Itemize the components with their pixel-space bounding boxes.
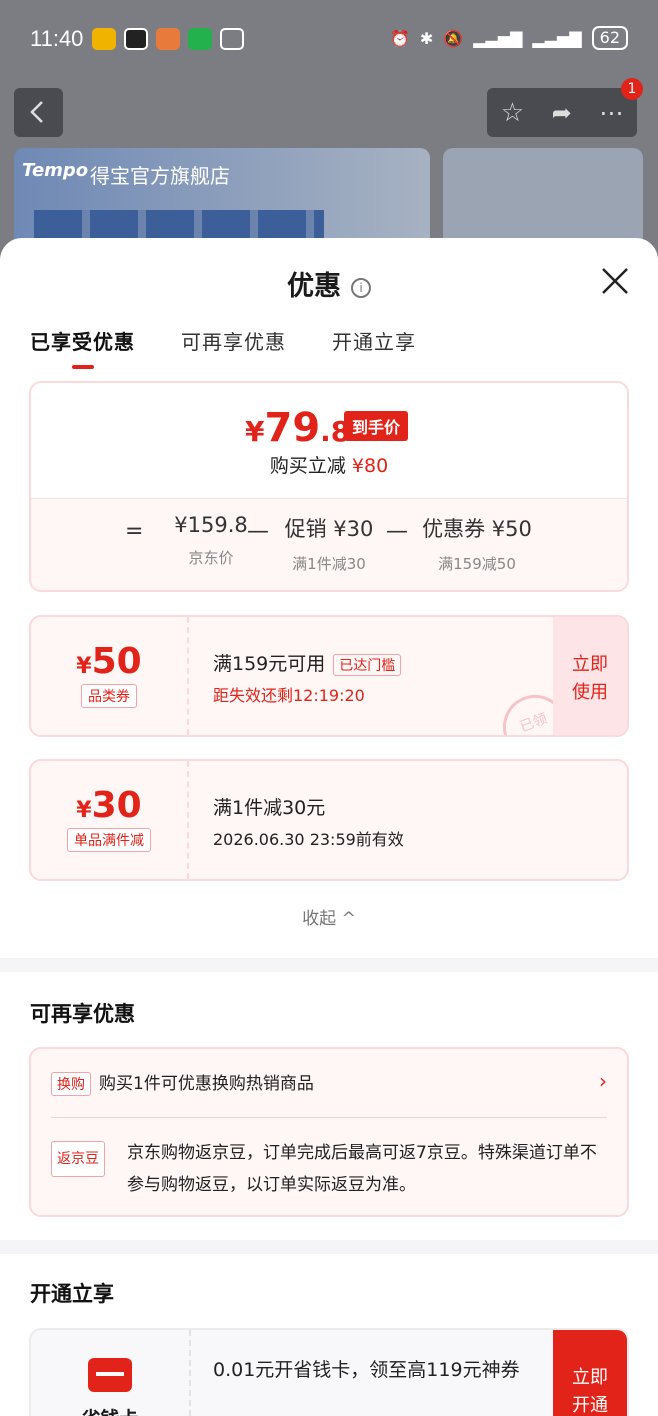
system-status: ⏰ ✱ 🔕 ▂▃▅▇ ▂▃▅▇ 62 [390,26,628,50]
sheet-title: 优惠 i [0,264,658,303]
currency: ¥ [245,415,265,448]
wechat-icon [188,28,212,50]
use-now-button[interactable]: 立即 使用 [553,617,627,735]
status-time: 11:40 [30,26,84,51]
coupon-label: 满159减50 [438,555,516,573]
alarm-icon: ⏰ [389,28,410,48]
more-section-title: 可再享优惠 [30,1002,135,1026]
status-bar: 11:40 ⏰ ✱ 🔕 ▂▃▅▇ ▂▃▅▇ 62 [0,0,658,80]
collapse-button[interactable]: 收起 ^ [0,904,658,929]
reduce-amount: ¥80 [351,455,389,477]
promo-label: 满1件减30 [292,555,366,573]
nfc-icon [220,28,244,50]
back-button[interactable] [14,88,63,137]
discount-amount-number: 30 [91,785,142,826]
saving-card-offer: 省钱卡 0.01元开省钱卡，领至高119元神券 立即开通 [29,1328,629,1416]
final-price-tag: 到手价 [344,411,409,441]
brand-logo: Tempo [22,160,89,181]
price-summary: ¥79.8 到手价 购买立减 ¥80 = ¥159.8 京东价 — 促销 ¥30… [29,381,629,592]
tab-enjoyed[interactable]: 已享受优惠 [30,326,135,369]
currency: ¥ [76,798,92,823]
battery-icon: 62 [591,26,628,50]
info-icon[interactable]: i [351,277,371,298]
coupon-amount-number: 50 [91,641,142,682]
signal-icon: ▂▃▅▇ [473,28,523,48]
row-divider [51,1117,607,1118]
weibo-icon [92,28,116,50]
chevron-left-icon [30,101,43,123]
price-breakdown: = ¥159.8 京东价 — 促销 ¥30 满1件减30 — 优惠券 ¥50 满… [31,498,627,590]
star-icon[interactable]: ☆ [501,98,524,128]
equals-sign: = [125,519,144,544]
jd-price-value: ¥159.8 [174,513,248,537]
minus-sign: — [386,519,408,544]
section-divider [0,1240,658,1254]
tab-open[interactable]: 开通立享 [332,326,416,355]
bluetooth-icon: ✱ [419,28,434,48]
open-section-title: 开通立享 [30,1282,114,1306]
jd-price-label: 京东价 [188,549,234,567]
jd-price: ¥159.8 京东价 [161,513,261,568]
discount-validity: 2026.06.30 23:59前有效 [213,830,404,849]
mute-icon: 🔕 [443,28,464,48]
tab-more[interactable]: 可再享优惠 [181,326,286,355]
category-coupon: ¥50 品类券 满159元可用 已达门槛 距失效还剩12:19:20 已领 立即使… [29,615,629,737]
jingdou-row: 返京豆 京东购物返京豆，订单完成后最高可返7京豆。特殊渠道订单不参与购物返豆，以… [51,1137,607,1201]
signal2-icon: ▂▃▅▇ [532,28,582,48]
reduce-label: 购买立减 [269,455,346,477]
jingdou-tag: 返京豆 [51,1141,105,1177]
share-icon[interactable]: ➦ [552,99,572,127]
coupon-type-tag: 品类券 [81,684,137,708]
card-offer-text: 0.01元开省钱卡，领至高119元神券 [213,1359,520,1381]
exchange-row[interactable]: 换购 购买1件可优惠换购热销商品 › [51,1069,607,1096]
notification-icons [92,28,244,50]
final-price-int: 79 [264,405,321,451]
currency: ¥ [76,654,92,679]
message-badge: 1 [621,78,643,100]
coupon-amount: 优惠券 ¥50 满159减50 [417,513,537,574]
store-name: 得宝官方旗舰店 [90,164,230,188]
top-tools: ☆ ➦ ⋯ 1 [487,78,643,137]
qq-icon [124,28,148,50]
jingdou-text: 京东购物返京豆，订单完成后最高可返7京豆。特殊渠道订单不参与购物返豆，以订单实际… [127,1143,597,1195]
exchange-tag: 换购 [51,1072,91,1096]
tab-bar: 已享受优惠 可再享优惠 开通立享 [30,326,416,369]
discount-sheet: 优惠 i 已享受优惠 可再享优惠 开通立享 ¥79.8 到手价 购买立减 ¥80 … [0,238,658,1416]
final-price: ¥79.8 [245,405,350,451]
item-discount: ¥30 单品满件减 满1件减30元 2026.06.30 23:59前有效 [29,759,629,881]
open-now-button[interactable]: 立即 开通 [553,1330,627,1416]
promo-value: 促销 ¥30 [284,517,374,541]
threshold-tag: 已达门槛 [333,653,402,676]
chevron-right-icon: › [599,1069,607,1093]
close-icon[interactable] [600,266,630,296]
section-divider [0,958,658,972]
discount-title: 满1件减30元 [213,797,326,819]
card-name: 省钱卡 [31,1404,189,1416]
card-icon [88,1358,132,1392]
promo-amount: 促销 ¥30 满1件减30 [279,513,379,574]
coupon-value: 优惠券 ¥50 [422,517,532,541]
coupon-countdown: 距失效还剩12:19:20 [213,686,365,705]
minus-sign: — [247,519,269,544]
more-icon[interactable]: ⋯ [599,99,623,127]
reduce-line: 购买立减 ¥80 [31,451,627,478]
exchange-text: 购买1件可优惠换购热销商品 [99,1074,314,1094]
coupon-amount-value: ¥50 [31,641,187,682]
discount-type-tag: 单品满件减 [67,828,151,852]
coupon-title: 满159元可用 [213,653,326,675]
app-icon [156,28,180,50]
discount-amount-value: ¥30 [31,785,187,826]
more-discounts-box: 换购 购买1件可优惠换购热销商品 › 返京豆 京东购物返京豆，订单完成后最高可返7… [29,1047,629,1217]
sheet-title-text: 优惠 [287,271,341,302]
